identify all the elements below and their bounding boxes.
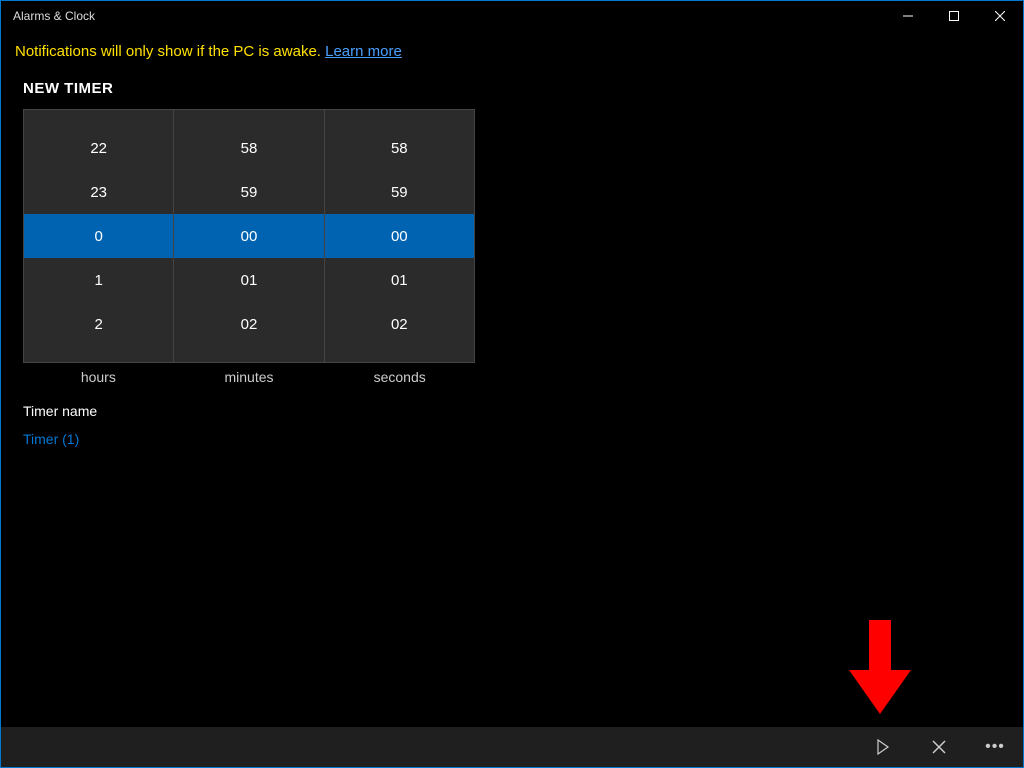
picker-item[interactable]: 59 bbox=[325, 170, 474, 214]
hours-label: hours bbox=[23, 369, 174, 385]
picker-item[interactable]: 22 bbox=[24, 126, 173, 170]
picker-item-selected[interactable]: 00 bbox=[174, 214, 323, 258]
picker-item[interactable]: 01 bbox=[174, 258, 323, 302]
minimize-button[interactable] bbox=[885, 1, 931, 31]
picker-item[interactable]: 2 bbox=[24, 302, 173, 346]
command-bar: ••• bbox=[1, 727, 1023, 767]
picker-item[interactable]: 03 bbox=[325, 346, 474, 362]
window-title: Alarms & Clock bbox=[1, 9, 885, 23]
notification-text: Notifications will only show if the PC i… bbox=[15, 43, 325, 60]
picker-item-selected[interactable]: 0 bbox=[24, 214, 173, 258]
minutes-label: minutes bbox=[174, 369, 325, 385]
cancel-button[interactable] bbox=[911, 727, 967, 767]
learn-more-link[interactable]: Learn more bbox=[325, 43, 402, 60]
picker-item[interactable]: 02 bbox=[174, 302, 323, 346]
picker-item[interactable]: 03 bbox=[174, 346, 323, 362]
section-title: NEW TIMER bbox=[23, 80, 1001, 97]
play-icon bbox=[876, 739, 890, 755]
new-timer-panel: NEW TIMER 22 23 0 1 2 3 58 59 00 01 02 0… bbox=[1, 64, 1023, 449]
picker-item[interactable]: 02 bbox=[325, 302, 474, 346]
picker-labels: hours minutes seconds bbox=[23, 369, 475, 385]
close-button[interactable] bbox=[977, 1, 1023, 31]
start-button[interactable] bbox=[855, 727, 911, 767]
time-picker: 22 23 0 1 2 3 58 59 00 01 02 03 58 59 00 bbox=[23, 109, 475, 363]
picker-item-selected[interactable]: 00 bbox=[325, 214, 474, 258]
seconds-picker[interactable]: 58 59 00 01 02 03 bbox=[325, 110, 474, 362]
maximize-icon bbox=[949, 11, 959, 21]
picker-item[interactable]: 1 bbox=[24, 258, 173, 302]
picker-item[interactable]: 59 bbox=[174, 170, 323, 214]
close-icon bbox=[932, 740, 946, 754]
minimize-icon bbox=[903, 11, 913, 21]
picker-item[interactable]: 3 bbox=[24, 346, 173, 362]
hours-picker[interactable]: 22 23 0 1 2 3 bbox=[24, 110, 174, 362]
notification-bar: Notifications will only show if the PC i… bbox=[1, 31, 1023, 64]
more-icon: ••• bbox=[985, 738, 1005, 756]
title-bar: Alarms & Clock bbox=[1, 1, 1023, 31]
window-controls bbox=[885, 1, 1023, 31]
more-button[interactable]: ••• bbox=[967, 727, 1023, 767]
seconds-label: seconds bbox=[324, 369, 475, 385]
annotation-arrow bbox=[845, 620, 915, 725]
picker-item[interactable]: 23 bbox=[24, 170, 173, 214]
maximize-button[interactable] bbox=[931, 1, 977, 31]
close-icon bbox=[995, 11, 1005, 21]
picker-item[interactable]: 58 bbox=[174, 126, 323, 170]
timer-name-label: Timer name bbox=[23, 403, 1001, 419]
picker-item[interactable]: 01 bbox=[325, 258, 474, 302]
timer-name-input[interactable]: Timer (1) bbox=[23, 429, 475, 449]
picker-item[interactable]: 58 bbox=[325, 126, 474, 170]
arrow-down-icon bbox=[845, 620, 915, 720]
minutes-picker[interactable]: 58 59 00 01 02 03 bbox=[174, 110, 324, 362]
